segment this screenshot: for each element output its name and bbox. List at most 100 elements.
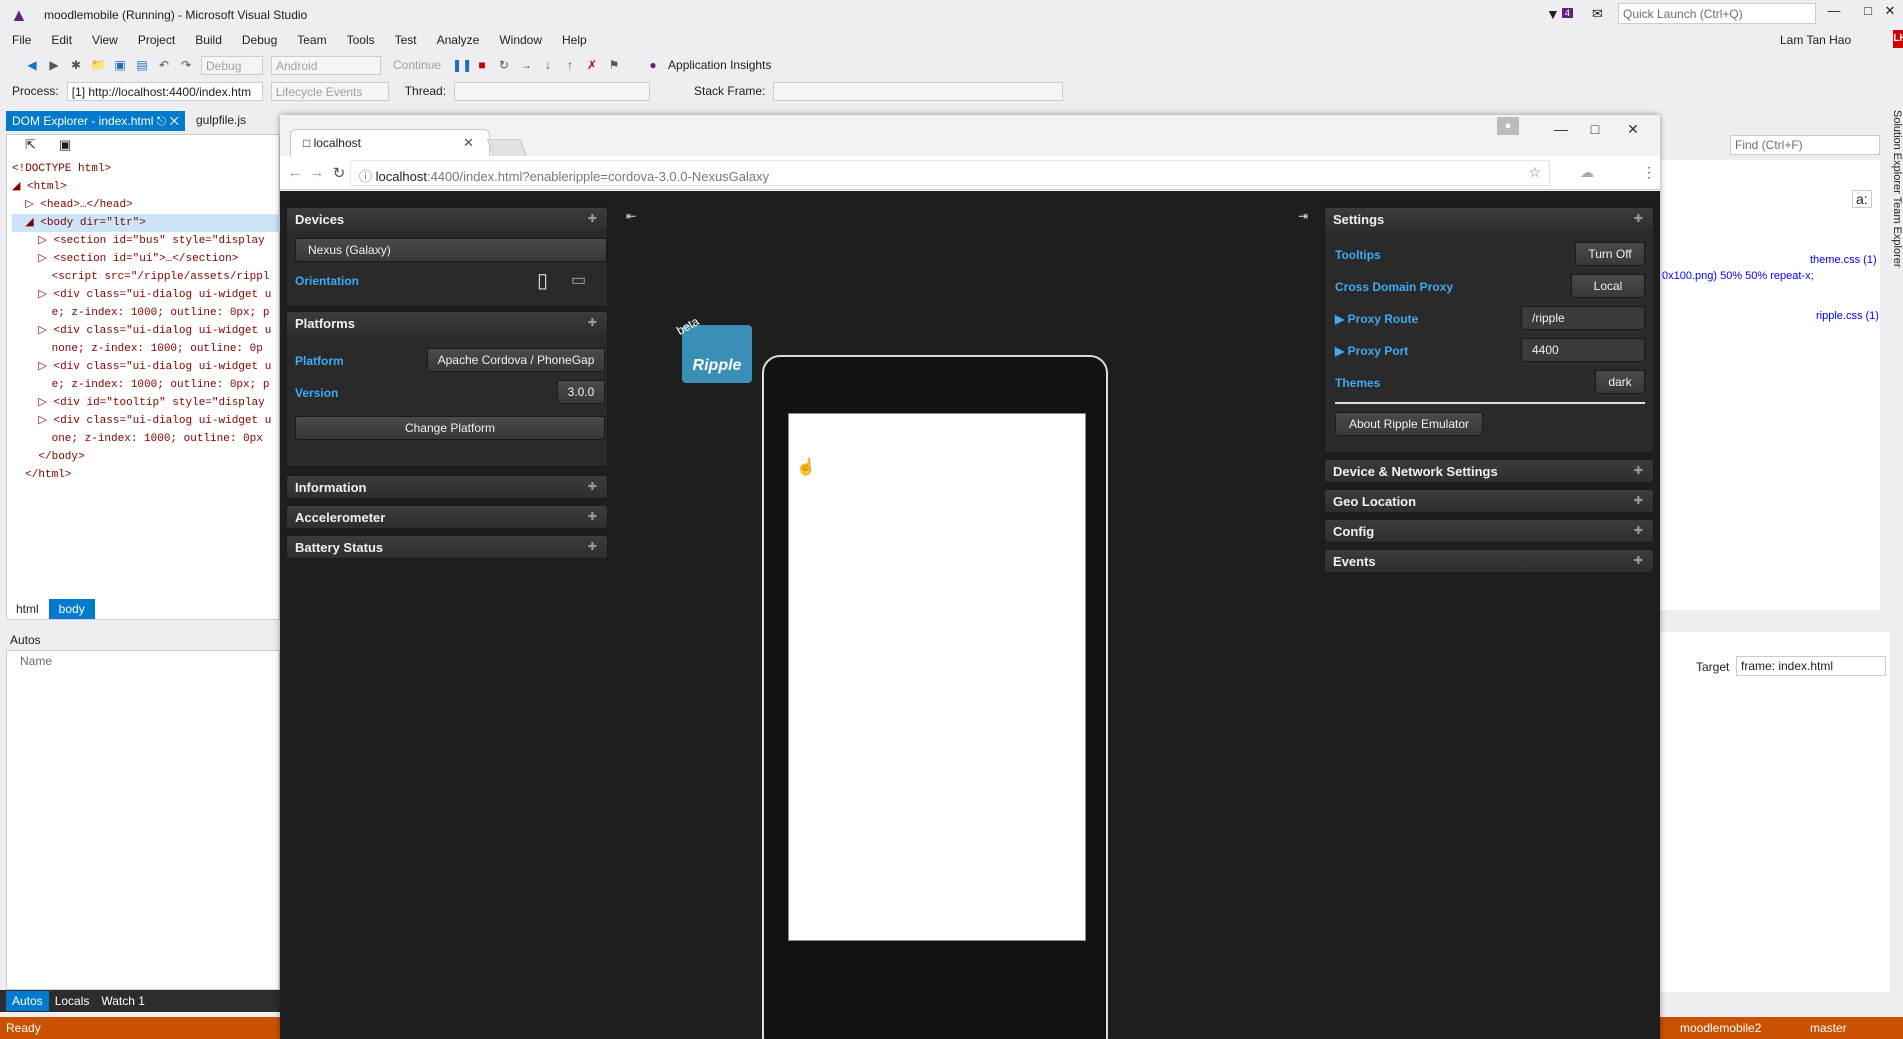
step-out-icon[interactable]: ↑ (562, 57, 578, 73)
geo-location-panel[interactable]: Geo Location ✚ (1324, 489, 1654, 513)
filter-icon[interactable]: ▼ (1546, 6, 1560, 22)
break-all-icon[interactable]: ❚❚ (452, 57, 472, 73)
expand-icon[interactable]: ✚ (588, 510, 597, 523)
minimize-button[interactable]: — (1820, 3, 1848, 23)
config-panel[interactable]: Config ✚ (1324, 519, 1654, 543)
info-icon[interactable]: ⓘ (359, 169, 372, 184)
dom-tree-node[interactable]: ▷ <section id="ui">…</section> (12, 250, 280, 268)
extension-icon[interactable]: ☁ (1580, 164, 1594, 181)
new-tab-button[interactable] (486, 139, 528, 157)
dom-tree-node[interactable]: none; z-index: 1000; outline: 0p (12, 340, 280, 358)
expand-icon[interactable]: ✚ (1634, 464, 1643, 477)
open-file-icon[interactable]: 📁 (90, 57, 106, 73)
tab-dom-explorer[interactable]: DOM Explorer - index.html ⎋ ✕ (6, 111, 185, 131)
quick-launch-input[interactable]: Quick Launch (Ctrl+Q) (1618, 3, 1816, 24)
star-icon[interactable]: ☆ (1528, 164, 1541, 181)
proxy-select[interactable]: Local (1571, 274, 1645, 298)
dom-tree-node[interactable]: ▷ <div id="tooltip" style="display (12, 394, 280, 412)
url-bar[interactable]: ⓘ localhost:4400/index.html?enableripple… (350, 160, 1550, 186)
dom-tree-node[interactable]: ◢ <html> (12, 178, 280, 196)
collapse-left-icon[interactable]: ⇤ (626, 209, 636, 223)
redo-icon[interactable]: ↷ (178, 57, 194, 73)
expand-icon[interactable]: ✚ (588, 540, 597, 553)
about-ripple-button[interactable]: About Ripple Emulator (1335, 412, 1483, 436)
menu-analyze[interactable]: Analyze (437, 33, 480, 47)
dom-tree-node[interactable]: ▷ <div class="ui-dialog ui-widget u (12, 322, 280, 340)
text-format-icon[interactable]: a: (1852, 190, 1872, 208)
expand-icon[interactable]: ✚ (1634, 524, 1643, 537)
menu-debug[interactable]: Debug (242, 33, 277, 47)
tooltips-toggle[interactable]: Turn Off (1575, 242, 1645, 266)
information-panel[interactable]: Information ✚ (286, 475, 608, 499)
expand-icon[interactable]: ✚ (588, 212, 597, 225)
dom-tree-node[interactable]: </body> (12, 448, 280, 466)
menu-help[interactable]: Help (562, 33, 587, 47)
menu-project[interactable]: Project (138, 33, 175, 47)
reload-icon[interactable]: ↻ (330, 164, 348, 182)
landscape-icon[interactable]: ▭ (571, 270, 586, 290)
save-all-icon[interactable]: ▤ (134, 57, 150, 73)
tab-autos[interactable]: Autos (6, 991, 49, 1011)
device-screen[interactable] (788, 413, 1086, 941)
new-project-icon[interactable]: ✱ (68, 57, 84, 73)
dom-tree-node[interactable]: ▷ <div class="ui-dialog ui-widget u (12, 358, 280, 376)
browser-tab[interactable]: □ localhost ✕ (290, 129, 490, 157)
dom-tree-node[interactable]: e; z-index: 1000; outline: 0px; p (12, 304, 280, 322)
devices-header[interactable]: Devices ✚ (287, 208, 607, 230)
change-platform-button[interactable]: Change Platform (295, 416, 605, 440)
tab-watch1[interactable]: Watch 1 (95, 991, 151, 1011)
menu-edit[interactable]: Edit (51, 33, 72, 47)
undo-icon[interactable]: ↶ (156, 57, 172, 73)
browser-minimize-button[interactable]: — (1544, 121, 1578, 141)
theme-css-link[interactable]: theme.css (1) (1810, 254, 1877, 266)
expand-icon[interactable]: ✚ (1634, 212, 1643, 225)
ripple-css-link[interactable]: ripple.css (1) (1816, 310, 1879, 322)
collapse-right-icon[interactable]: ⇥ (1298, 209, 1308, 223)
highlight-element-icon[interactable]: ▣ (59, 137, 71, 153)
device-select[interactable]: Nexus (Galaxy) (295, 238, 607, 262)
step-over-icon[interactable]: → (518, 57, 534, 73)
settings-header[interactable]: Settings ✚ (1325, 208, 1653, 230)
close-tab-icon[interactable]: ✕ (170, 114, 179, 128)
select-element-icon[interactable]: ⇱ (25, 137, 36, 153)
config-dropdown[interactable]: Debug (201, 55, 263, 75)
menu-file[interactable]: File (12, 33, 31, 47)
battery-status-panel[interactable]: Battery Status ✚ (286, 535, 608, 559)
app-insights-icon[interactable]: ● (645, 57, 661, 73)
dom-tree-node[interactable]: <!DOCTYPE html> (12, 160, 280, 178)
proxy-route-input[interactable]: /ripple (1521, 306, 1645, 330)
expand-icon[interactable]: ✚ (588, 480, 597, 493)
expand-icon[interactable]: ✚ (588, 316, 597, 329)
forward-arrow-icon[interactable]: → (308, 164, 326, 181)
status-repo[interactable]: moodlemobile2 (1680, 1021, 1761, 1035)
tab-gulpfile[interactable]: gulpfile.js (196, 113, 246, 127)
back-nav-icon[interactable]: ◀ (24, 57, 40, 73)
dom-tree-node[interactable]: </html> (12, 466, 280, 484)
close-button[interactable]: ✕ (1876, 3, 1903, 23)
process-dropdown[interactable]: [1] http://localhost:4400/index.htm (66, 81, 263, 101)
status-branch[interactable]: master (1810, 1021, 1847, 1035)
accelerometer-panel[interactable]: Accelerometer ✚ (286, 505, 608, 529)
browser-close-button[interactable]: ✕ (1616, 121, 1650, 141)
device-network-panel[interactable]: Device & Network Settings ✚ (1324, 459, 1654, 483)
menu-view[interactable]: View (92, 33, 118, 47)
expand-icon[interactable]: ✚ (1634, 494, 1643, 507)
autos-column-name[interactable]: Name (20, 654, 52, 668)
events-panel[interactable]: Events ✚ (1324, 549, 1654, 573)
back-arrow-icon[interactable]: ← (286, 164, 304, 181)
target-dropdown[interactable]: frame: index.html (1736, 656, 1886, 676)
tab-locals[interactable]: Locals (49, 991, 96, 1011)
pin-icon[interactable]: ⎋ (157, 114, 167, 128)
dom-tree-node[interactable]: ▷ <section id="bus" style="display (12, 232, 280, 250)
profile-icon[interactable]: ● (1497, 117, 1519, 135)
close-tab-icon[interactable]: ✕ (463, 135, 474, 151)
lifecycle-events-dropdown[interactable]: Lifecycle Events (270, 81, 389, 101)
expand-icon[interactable]: ✚ (1634, 554, 1643, 567)
platforms-header[interactable]: Platforms ✚ (287, 312, 607, 334)
dom-tree[interactable]: <!DOCTYPE html> ◢ <html> ▷ <head>…</head>… (12, 160, 280, 484)
menu-team[interactable]: Team (297, 33, 326, 47)
restart-icon[interactable]: ↻ (496, 57, 512, 73)
bookmark-icon[interactable]: ⚑ (606, 57, 622, 73)
breadcrumb-html[interactable]: html (6, 599, 49, 619)
menu-icon[interactable]: ⋮ (1642, 164, 1656, 181)
